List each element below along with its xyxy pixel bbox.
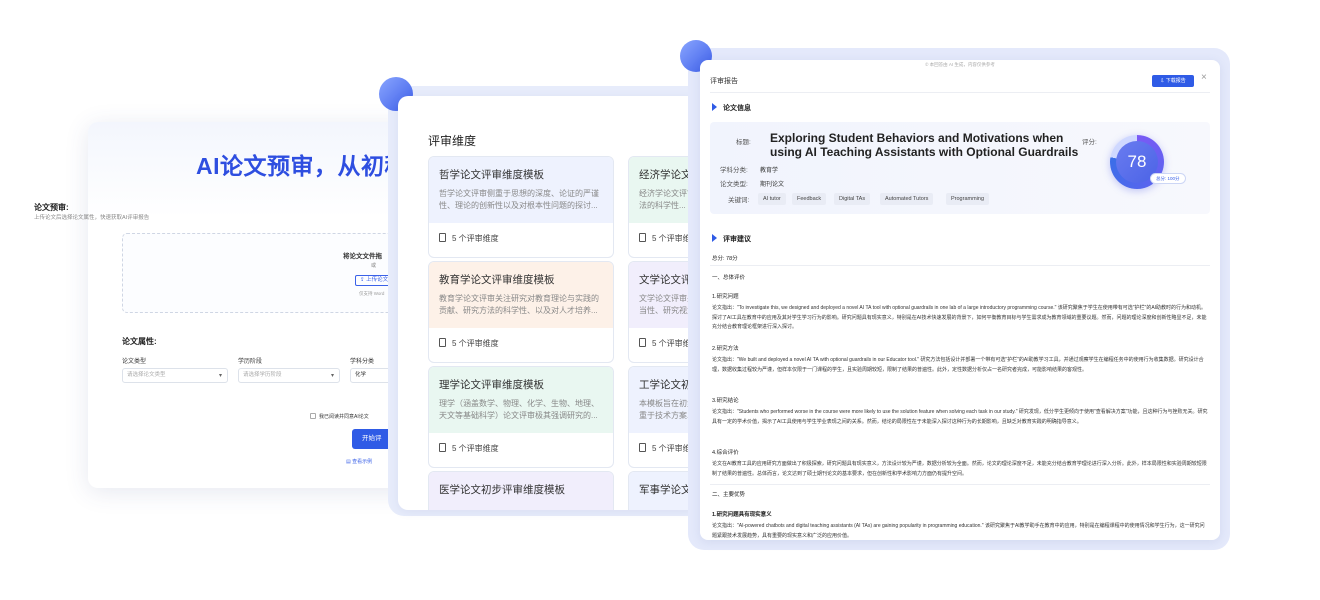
report-header: 评审报告 (710, 78, 738, 85)
divider (710, 484, 1210, 485)
template-count: 5 个评审维度 (429, 223, 613, 257)
item-heading: 2.研究方法 (712, 346, 739, 352)
hero-title: AI论文预审，从初稿 (196, 153, 408, 179)
subject-value: 教育学 (760, 168, 779, 174)
field-label-stage: 学历阶段 (238, 359, 263, 365)
ai-disclaimer: © 本回答由 AI 生成，内容仅供参考 (925, 62, 995, 67)
education-stage-select[interactable]: 请选择学历阶段 ▾ (238, 368, 340, 383)
template-name: 理学论文评审维度模板 (439, 379, 544, 391)
download-report-button[interactable]: ⇩ 下载报告 (1152, 75, 1194, 87)
type-value: 期刊论文 (760, 182, 785, 188)
score-total-badge: 总分: 100分 (1150, 173, 1186, 184)
field-label-subject: 学科分类 (350, 359, 375, 365)
divider (710, 92, 1210, 93)
item-heading: 1.研究问题具有现实意义 (712, 512, 772, 518)
document-icon (639, 443, 646, 452)
part-heading: 一、总体评价 (712, 275, 746, 281)
item-text: 论文指出："We built and deployed a novel AI T… (712, 357, 1204, 373)
paper-type-select[interactable]: 请选择论文类型 ▾ (122, 368, 228, 383)
template-name: 医学论文初步评审维度模板 (439, 484, 565, 496)
template-desc: 哲学论文评审侧重于思想的深度、论证的严谨性、理论的创新性以及对根本性问题的探讨.… (439, 189, 599, 210)
close-icon[interactable]: × (1201, 72, 1207, 83)
paper-title: Exploring Student Behaviors and Motivati… (770, 131, 1079, 159)
item-text: 论文指出："AI-powered chatbots and digital te… (712, 523, 1205, 539)
upload-hint: 上传论文后选择论文属性，快速获取AI评审报告 (34, 215, 150, 221)
keyword-tag: Automated Tutors (880, 193, 934, 205)
document-icon (439, 233, 446, 242)
template-card[interactable]: 理学论文评审维度模板 理学（涵盖数学、物理、化学、生物、地理、天文等基础科学）论… (428, 366, 614, 468)
keyword-tag: AI tutor (758, 193, 786, 205)
template-count: 5 个评审维度 (429, 433, 613, 467)
item-heading: 1.研究问题 (712, 294, 739, 300)
keyword-tag: Digital TAs (834, 193, 871, 205)
checkbox-icon (310, 413, 316, 419)
subject-label: 学科分类: (720, 167, 748, 174)
section-title: 论文预审: (34, 203, 69, 212)
section-marker-icon (712, 234, 717, 242)
attributes-title: 论文属性: (122, 337, 157, 346)
template-card[interactable]: 医学论文初步评审维度模板 (428, 471, 614, 510)
keyword-tag: Programming (946, 193, 990, 205)
item-text: 论文在AI教育工具的应用研究方面做出了积极探索，研究问题具有现实意义，方法设计较… (712, 461, 1207, 477)
item-text: 论文指出："To investigate this, we designed a… (712, 305, 1207, 330)
template-count: 5 个评审维度 (429, 328, 613, 362)
field-label-type: 论文类型 (122, 359, 147, 365)
chevron-down-icon: ▾ (330, 373, 334, 379)
report-card: © 本回答由 AI 生成，内容仅供参考 评审报告 ⇩ 下载报告 × 论文信息 标… (700, 60, 1220, 540)
keyword-tag: Feedback (792, 193, 827, 205)
document-icon (639, 233, 646, 242)
template-card[interactable]: 哲学论文评审维度模板 哲学论文评审侧重于思想的深度、论证的严谨性、理论的创新性以… (428, 156, 614, 258)
item-heading: 4.综合评价 (712, 450, 739, 456)
or-text: 或 (371, 263, 377, 269)
total-score-line: 总分: 78分 (712, 256, 738, 262)
chevron-down-icon: ▾ (218, 373, 222, 379)
paper-info-panel: 标题: Exploring Student Behaviors and Moti… (710, 122, 1210, 214)
info-section-title: 论文信息 (712, 103, 751, 113)
template-desc: 教育学论文评审关注研究对教育理论与实践的贡献、研究方法的科学性、以及对人才培养.… (439, 294, 599, 315)
dimensions-card: 评审维度 哲学论文评审维度模板 哲学论文评审侧重于思想的深度、论证的严谨性、理论… (398, 96, 698, 510)
document-icon (439, 338, 446, 347)
section-marker-icon (712, 103, 717, 111)
part-heading: 二、主要优势 (712, 492, 746, 498)
type-label: 论文类型: (720, 181, 748, 188)
hero-banner: AI论文预审，从初稿 (88, 122, 418, 217)
upload-dropzone[interactable]: 将论文文件拖 或 ⇪ 上传论文 仅支持 Word (122, 233, 418, 313)
item-text: 论文指出："Students who performed worse in th… (712, 409, 1208, 425)
keywords-label: 关键词: (728, 197, 750, 204)
drop-text: 将论文文件拖 (343, 253, 382, 260)
view-sample-link[interactable]: ▤ 查看示例 (346, 458, 372, 465)
template-desc: 理学（涵盖数学、物理、化学、生物、地理、天文等基础科学）论文评审极其强调研究的.… (439, 399, 599, 420)
item-heading: 3.研究结论 (712, 398, 739, 404)
template-name: 哲学论文评审维度模板 (439, 169, 544, 181)
document-icon (439, 443, 446, 452)
agree-checkbox[interactable]: 我已阅读并同意AI论文 (310, 413, 369, 420)
suggest-section-title: 评审建议 (712, 234, 751, 244)
divider (710, 265, 1210, 266)
support-text: 仅支持 Word (359, 291, 385, 296)
document-icon (639, 338, 646, 347)
dimensions-title: 评审维度 (428, 134, 477, 148)
score-label: 评分: (1082, 139, 1097, 146)
template-card[interactable]: 教育学论文评审维度模板 教育学论文评审关注研究对教育理论与实践的贡献、研究方法的… (428, 261, 614, 363)
title-label: 标题: (736, 139, 751, 146)
template-name: 教育学论文评审维度模板 (439, 274, 555, 286)
